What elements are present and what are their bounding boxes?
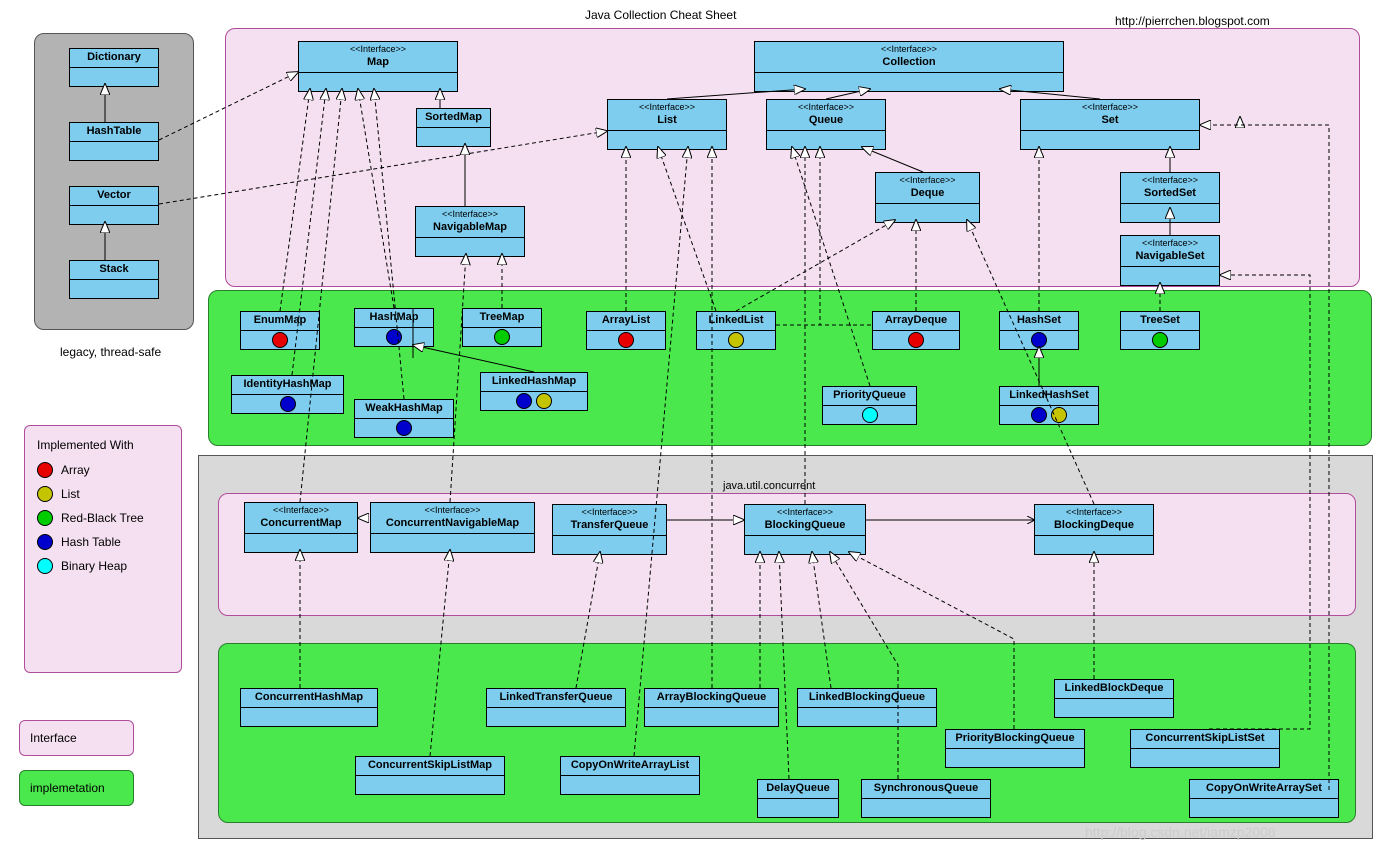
node-arrayblockingqueue: ArrayBlockingQueue [644,688,779,727]
hash-icon [280,396,296,412]
list-icon [728,332,744,348]
concurrent-label: java.util.concurrent [723,480,815,492]
source-url: http://pierrchen.blogspot.com [1115,14,1270,28]
legacy-label: legacy, thread-safe [60,345,161,359]
legend-interface: Interface [19,720,134,756]
legend-implemented-with: Implemented With Array List Red-Black Tr… [24,425,182,673]
node-dictionary: Dictionary [69,48,159,87]
node-concurrentnavigablemap: <<Interface>>ConcurrentNavigableMap [370,502,535,553]
array-icon [618,332,634,348]
node-list: <<Interface>>List [607,99,727,150]
node-blockingdeque: <<Interface>>BlockingDeque [1034,504,1154,555]
node-navigableset: <<Interface>>NavigableSet [1120,235,1220,286]
node-synchronousqueue: SynchronousQueue [861,779,991,818]
node-queue: <<Interface>>Queue [766,99,886,150]
node-concurrentmap: <<Interface>>ConcurrentMap [244,502,358,553]
watermark: http://blog.csdn.net/iamzp2008 [1085,824,1276,840]
node-navigablemap: <<Interface>>NavigableMap [415,206,525,257]
node-concurrentskiplistmap: ConcurrentSkipListMap [355,756,505,795]
node-sortedmap: SortedMap [416,108,491,147]
hash-icon [516,393,532,409]
node-linkedlist: LinkedList [696,311,776,350]
node-deque: <<Interface>>Deque [875,172,980,223]
tree-icon [494,329,510,345]
node-concurrentskiplistset: ConcurrentSkipListSet [1130,729,1280,768]
node-hashtable: HashTable [69,122,159,161]
node-concurrenthashmap: ConcurrentHashMap [240,688,378,727]
node-linkedhashset: LinkedHashSet [999,386,1099,425]
node-set: <<Interface>>Set [1020,99,1200,150]
node-linkedblockdeque: LinkedBlockDeque [1054,679,1174,718]
node-linkedhashmap: LinkedHashMap [480,372,588,411]
node-stack: Stack [69,260,159,299]
legend-tree-icon [37,510,53,526]
node-vector: Vector [69,186,159,225]
node-weakhashmap: WeakHashMap [354,399,454,438]
node-priorityblockingqueue: PriorityBlockingQueue [945,729,1085,768]
hash-icon [396,420,412,436]
array-icon [908,332,924,348]
hash-icon [1031,407,1047,423]
node-priorityqueue: PriorityQueue [822,386,917,425]
node-map: <<Interface>>Map [298,41,458,92]
legend-array-icon [37,462,53,478]
hash-icon [1031,332,1047,348]
diagram-canvas: Java Collection Cheat Sheet http://pierr… [0,0,1391,849]
tree-icon [1152,332,1168,348]
page-title: Java Collection Cheat Sheet [585,8,736,22]
node-copyonwritearraylist: CopyOnWriteArrayList [560,756,700,795]
node-hashset: HashSet [999,311,1079,350]
list-icon [1051,407,1067,423]
legend-title: Implemented With [37,438,169,452]
node-enummap: EnumMap [240,311,320,350]
legend-list-icon [37,486,53,502]
node-treeset: TreeSet [1120,311,1200,350]
node-hashmap: HashMap [354,308,434,347]
list-icon [536,393,552,409]
node-blockingqueue: <<Interface>>BlockingQueue [744,504,866,555]
node-linkedtransferqueue: LinkedTransferQueue [486,688,626,727]
node-transferqueue: <<Interface>>TransferQueue [552,504,667,555]
array-icon [272,332,288,348]
node-collection: <<Interface>>Collection [754,41,1064,92]
legend-heap-icon [37,558,53,574]
legend-hash-icon [37,534,53,550]
legend-implementation: implemetation [19,770,134,806]
node-treemap: TreeMap [462,308,542,347]
node-arraylist: ArrayList [586,311,666,350]
node-delayqueue: DelayQueue [757,779,839,818]
node-sortedset: <<Interface>>SortedSet [1120,172,1220,223]
hash-icon [386,329,402,345]
heap-icon [862,407,878,423]
node-arraydeque: ArrayDeque [872,311,960,350]
node-identityhashmap: IdentityHashMap [231,375,344,414]
node-copyonwritearrayset: CopyOnWriteArraySet [1189,779,1339,818]
node-linkedblockingqueue: LinkedBlockingQueue [797,688,937,727]
